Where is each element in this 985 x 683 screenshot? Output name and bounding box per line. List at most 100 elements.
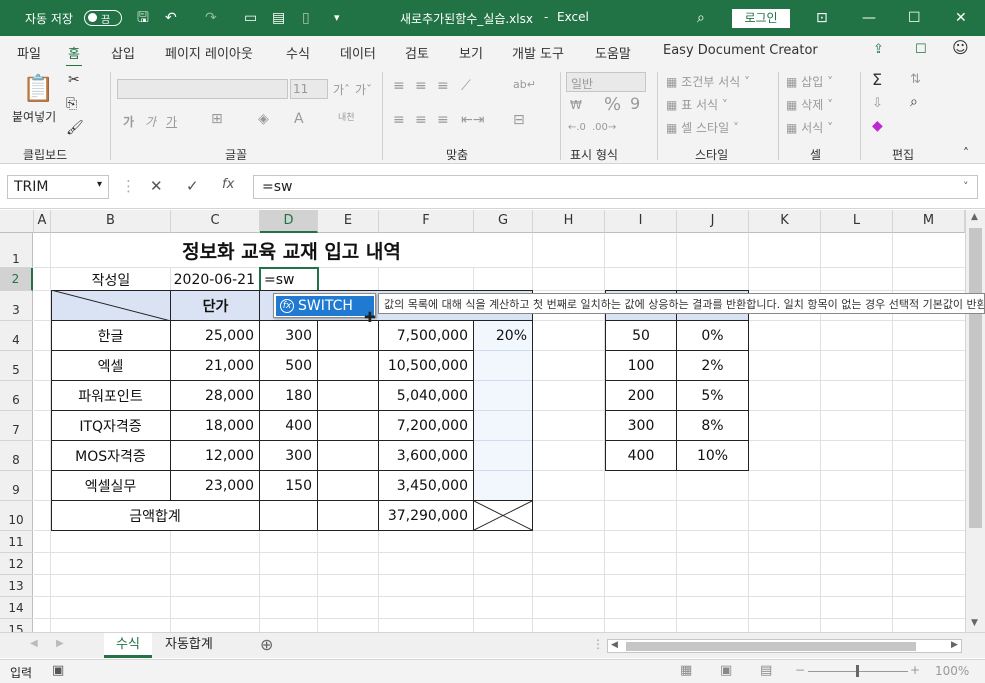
item-name-4[interactable]: ITQ자격증 <box>51 411 170 440</box>
add-sheet-icon[interactable]: ⊕ <box>260 635 273 654</box>
item-qty-2[interactable]: 500 <box>260 351 317 380</box>
item-price-6[interactable]: 23,000 <box>171 471 259 500</box>
bold-button[interactable]: 가 <box>123 113 134 130</box>
date-label[interactable]: 작성일 <box>51 268 171 291</box>
font-size-combo[interactable]: 11 <box>290 79 328 99</box>
row-header-3[interactable]: 3 <box>0 291 33 321</box>
row-header-12[interactable]: 12 <box>0 553 33 575</box>
conditional-format-button[interactable]: ▦ 조건부 서식 ˅ <box>666 73 750 90</box>
font-color-icon[interactable]: A <box>294 111 304 127</box>
format-painter-icon[interactable]: 🖌 <box>66 120 84 136</box>
name-box[interactable]: TRIM ▾ <box>7 175 109 199</box>
sheet-title[interactable]: 정보화 교육 교재 입고 내역 <box>51 233 532 267</box>
item-amount-2[interactable]: 10,500,000 <box>379 351 473 380</box>
col-header-g[interactable]: G <box>474 210 533 233</box>
increase-decimal-icon[interactable]: ←.0 <box>568 122 586 133</box>
select-all-corner[interactable] <box>0 210 34 233</box>
paste-label[interactable]: 붙여넣기 <box>12 108 56 125</box>
align-top-icon[interactable]: ≡ <box>393 78 405 94</box>
item-name-6[interactable]: 엑셀실무 <box>51 471 170 500</box>
row-header-6[interactable]: 6 <box>0 381 33 411</box>
currency-icon[interactable]: ₩ <box>570 98 582 112</box>
col-header-m[interactable]: M <box>893 210 965 233</box>
cancel-icon[interactable]: ✕ <box>150 177 163 195</box>
border-icon[interactable]: ⊞ <box>211 111 223 127</box>
row-header-10[interactable]: 10 <box>0 501 33 531</box>
col-header-k[interactable]: K <box>749 210 821 233</box>
item-price-2[interactable]: 21,000 <box>171 351 259 380</box>
item-name-1[interactable]: 한글 <box>51 321 170 350</box>
lookup-value-5[interactable]: 10% <box>677 441 748 470</box>
minimize-icon[interactable]: — <box>862 9 876 27</box>
zoom-level[interactable]: 100% <box>935 664 969 678</box>
item-name-5[interactable]: MOS자격증 <box>51 441 170 470</box>
item-name-3[interactable]: 파워포인트 <box>51 381 170 410</box>
row-header-13[interactable]: 13 <box>0 575 33 597</box>
page-break-view-icon[interactable]: ▤ <box>760 663 772 678</box>
scroll-left-icon[interactable]: ◀ <box>611 640 618 650</box>
total-label[interactable]: 금액합계 <box>51 501 259 530</box>
number-format-combo[interactable]: 일반 <box>566 72 646 92</box>
row-header-11[interactable]: 11 <box>0 531 33 553</box>
item-amount-6[interactable]: 3,450,000 <box>379 471 473 500</box>
item-name-2[interactable]: 엑셀 <box>51 351 170 380</box>
collapse-ribbon-icon[interactable]: ˄ <box>963 146 969 160</box>
col-header-j[interactable]: J <box>677 210 749 233</box>
enter-icon[interactable]: ✓ <box>186 177 199 195</box>
lookup-value-3[interactable]: 5% <box>677 381 748 410</box>
diagonal-header-cell[interactable] <box>51 290 171 321</box>
clear-icon[interactable]: ◆ <box>872 118 883 134</box>
percent-button[interactable]: % <box>604 94 621 115</box>
row-header-1[interactable]: 1 <box>0 233 33 268</box>
row-header-9[interactable]: 9 <box>0 471 33 501</box>
active-cell-d2[interactable]: =sw <box>259 267 319 292</box>
item-amount-4[interactable]: 7,200,000 <box>379 411 473 440</box>
paste-icon[interactable]: 📋 <box>22 74 54 104</box>
cut-icon[interactable]: ✂ <box>68 72 80 88</box>
normal-view-icon[interactable]: ▦ <box>680 663 692 678</box>
col-header-h[interactable]: H <box>533 210 605 233</box>
item-amount-5[interactable]: 3,600,000 <box>379 441 473 470</box>
phonetic-icon[interactable]: 내천 <box>338 110 355 123</box>
date-value[interactable]: 2020-06-21 <box>171 268 260 291</box>
share-icon[interactable]: ⇪ <box>873 41 884 59</box>
col-header-f[interactable]: F <box>379 210 474 233</box>
italic-button[interactable]: 가 <box>145 113 156 130</box>
lookup-key-4[interactable]: 300 <box>606 411 676 440</box>
zoom-slider-thumb[interactable] <box>856 665 859 677</box>
scroll-up-icon[interactable]: ▲ <box>971 212 978 222</box>
item-price-3[interactable]: 28,000 <box>171 381 259 410</box>
search-icon[interactable]: ⌕ <box>697 9 705 27</box>
autocomplete-item-switch[interactable]: fx SWITCH <box>276 296 374 316</box>
layout-icon[interactable]: ▤ <box>272 9 285 27</box>
row-header-8[interactable]: 8 <box>0 441 33 471</box>
ribbon-display-icon[interactable]: ⊡ <box>816 9 828 27</box>
feedback-icon[interactable]: ☺ <box>952 39 969 57</box>
align-left-icon[interactable]: ≡ <box>393 112 405 128</box>
tab-home[interactable]: 홈 <box>66 43 82 68</box>
tab-data[interactable]: 데이터 <box>340 43 376 62</box>
maximize-icon[interactable]: ☐ <box>908 9 921 27</box>
item-price-5[interactable]: 12,000 <box>171 441 259 470</box>
tab-review[interactable]: 검토 <box>405 43 429 62</box>
tab-help[interactable]: 도움말 <box>595 43 631 62</box>
tab-split-icon[interactable]: ⋮ <box>592 637 604 651</box>
decrease-decimal-icon[interactable]: .00→ <box>592 122 616 133</box>
underline-button[interactable]: 가 <box>166 113 177 130</box>
total-value[interactable]: 37,290,000 <box>379 501 473 530</box>
lookup-key-2[interactable]: 100 <box>606 351 676 380</box>
wrap-text-icon[interactable]: ab↵ <box>513 78 536 91</box>
page-icon[interactable]: ▯ <box>302 9 310 27</box>
next-sheet-icon[interactable]: ▶ <box>56 638 64 649</box>
tab-page-layout[interactable]: 페이지 레이아웃 <box>165 43 253 62</box>
scroll-right-icon[interactable]: ▶ <box>951 640 958 650</box>
item-amount-3[interactable]: 5,040,000 <box>379 381 473 410</box>
page-layout-view-icon[interactable]: ▣ <box>720 663 732 678</box>
macro-record-icon[interactable]: ▣ <box>52 663 64 678</box>
crossed-cell[interactable] <box>474 501 532 530</box>
item-rate-1[interactable]: 20% <box>474 321 532 350</box>
autosave-toggle[interactable]: 끔 <box>84 10 122 26</box>
row-header-4[interactable]: 4 <box>0 321 33 351</box>
find-icon[interactable]: ⌕ <box>910 94 918 110</box>
insert-cells-button[interactable]: ▦ 삽입 ˅ <box>786 73 833 90</box>
